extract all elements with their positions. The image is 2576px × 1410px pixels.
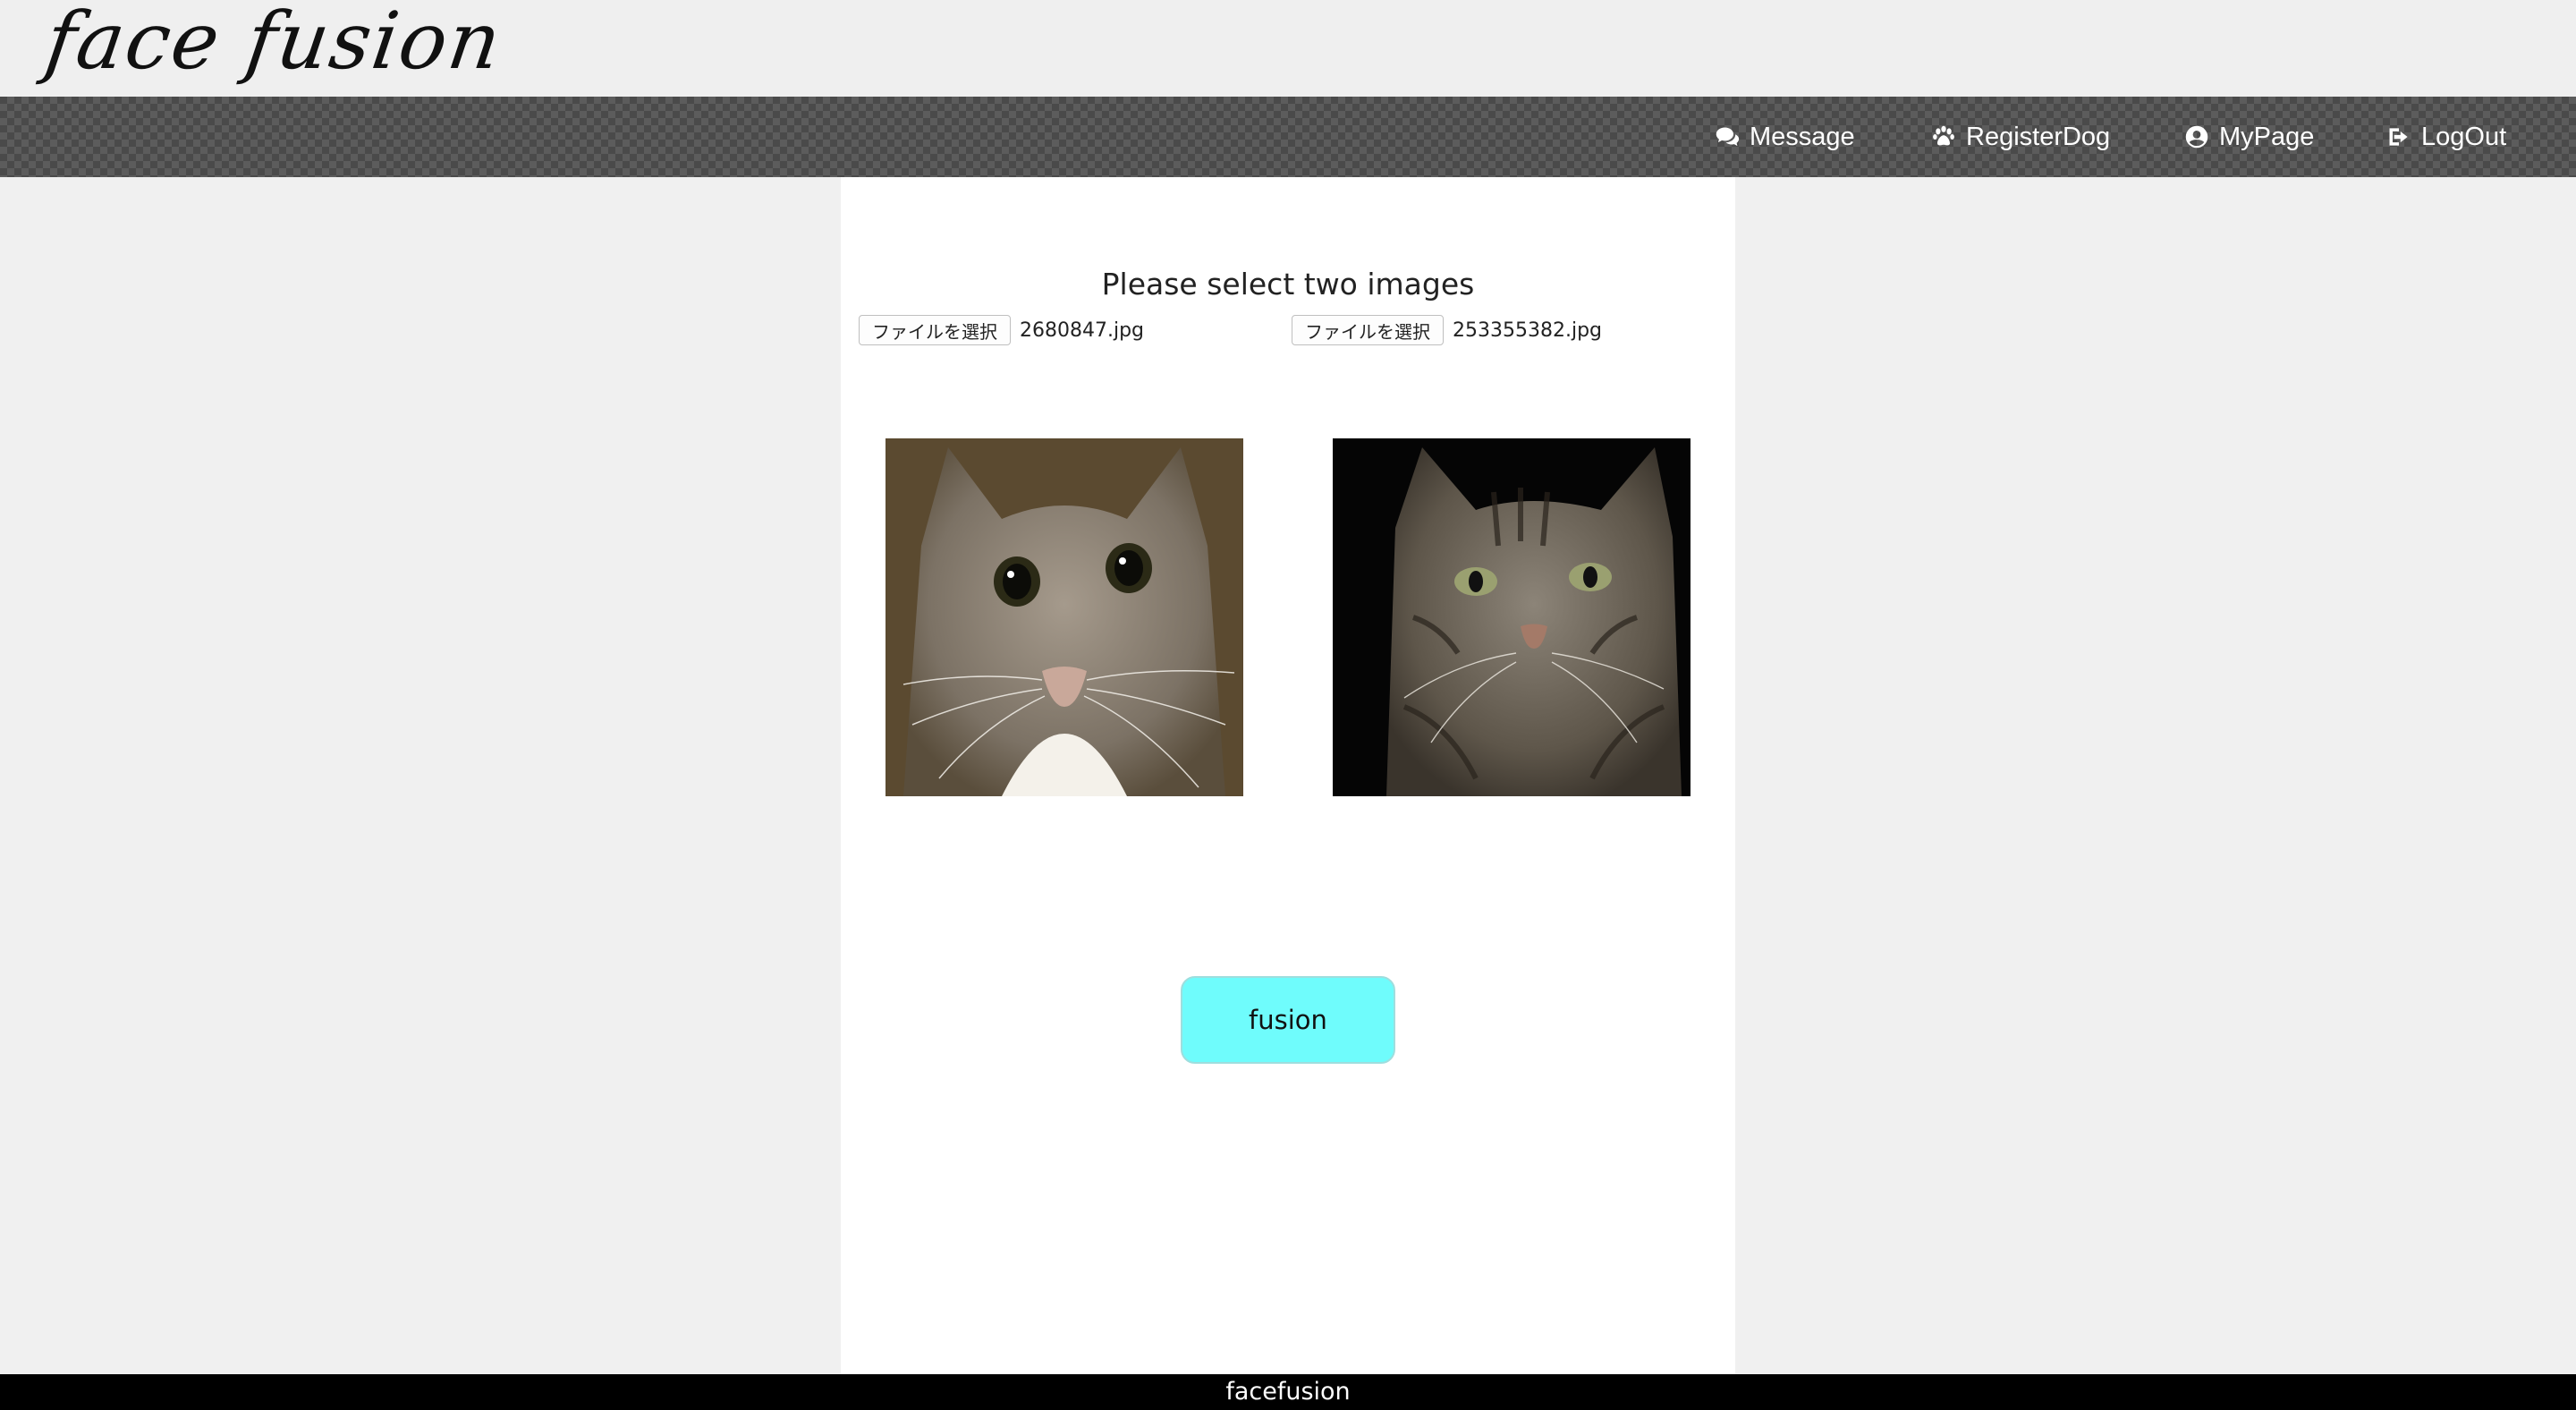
user-circle-icon	[2183, 123, 2210, 150]
comments-icon	[1714, 123, 1741, 150]
file-input-2: ファイルを選択 253355382.jpg	[1292, 315, 1602, 345]
nav-item-label: LogOut	[2421, 122, 2507, 151]
site-logo[interactable]: face fusion	[40, 0, 508, 87]
site-footer: facefusion	[0, 1374, 2576, 1410]
site-header: face fusion	[0, 0, 2576, 97]
preview-image-1	[886, 438, 1243, 796]
nav-item-registerdog[interactable]: RegisterDog	[1930, 97, 2110, 177]
sign-out-icon	[2385, 123, 2412, 150]
preview-image-2	[1333, 438, 1690, 796]
paw-icon	[1930, 123, 1957, 150]
nav-item-label: MyPage	[2219, 122, 2315, 151]
selected-file-name: 2680847.jpg	[1020, 319, 1145, 342]
nav-item-label: RegisterDog	[1966, 122, 2111, 151]
nav-item-logout[interactable]: LogOut	[2385, 97, 2506, 177]
nav-item-label: Message	[1750, 122, 1855, 151]
file-input-1: ファイルを選択 2680847.jpg	[859, 315, 1144, 345]
cat-photo-illustration	[1333, 438, 1690, 796]
selected-file-name: 253355382.jpg	[1453, 319, 1603, 342]
main-content: Please select two images ファイルを選択 2680847…	[841, 177, 1735, 1374]
nav-item-mypage[interactable]: MyPage	[2183, 97, 2314, 177]
top-navbar: Message RegisterDog MyPage LogOut	[0, 97, 2576, 177]
nav-item-message[interactable]: Message	[1714, 97, 1855, 177]
choose-file-button[interactable]: ファイルを選択	[1292, 315, 1444, 345]
page-heading: Please select two images	[1101, 267, 1475, 302]
choose-file-button[interactable]: ファイルを選択	[859, 315, 1011, 345]
cat-photo-illustration	[886, 438, 1243, 796]
fusion-button[interactable]: fusion	[1181, 976, 1395, 1064]
